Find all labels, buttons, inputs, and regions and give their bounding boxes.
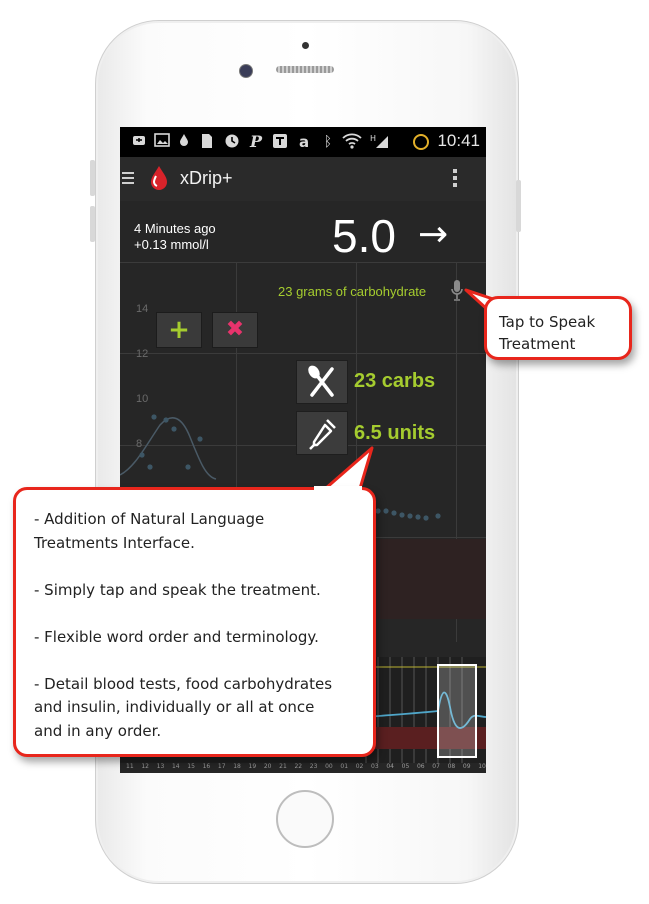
blood-drop-logo-icon <box>148 165 170 191</box>
time-ago-text: 4 Minutes ago <box>134 221 216 236</box>
add-treatment-button[interactable]: + <box>156 312 202 348</box>
cutlery-icon[interactable] <box>296 360 348 404</box>
features-text: - Detail blood tests, food carbohydrates <box>34 674 333 693</box>
carbs-treatment-label: 23 carbs <box>354 370 436 392</box>
time-tick: 07 <box>432 763 440 770</box>
cancel-treatment-button[interactable]: ✖ <box>212 312 258 348</box>
time-tick: 00 <box>325 763 333 770</box>
y-tick-label: 10 <box>136 393 149 405</box>
proximity-sensor <box>302 42 309 49</box>
time-tick: 13 <box>156 763 165 770</box>
time-tick: 10 <box>478 763 486 770</box>
amazon-icon: a <box>298 133 310 151</box>
power-button <box>516 180 521 232</box>
speak-callout-line: Treatment <box>499 335 576 353</box>
time-tick: 15 <box>187 763 195 770</box>
time-tick: 02 <box>355 763 364 770</box>
volume-up-button <box>90 160 95 196</box>
time-tick: 11 <box>126 763 134 770</box>
time-tick: 09 <box>462 763 471 770</box>
time-tick: 21 <box>279 763 287 770</box>
bluetooth-icon: ᛒ <box>323 134 333 150</box>
svg-text:H: H <box>370 134 376 143</box>
features-text: - Flexible word order and terminology. <box>34 627 319 646</box>
y-tick-label: 14 <box>136 303 149 315</box>
y-tick-label: 12 <box>136 348 149 360</box>
app-title: xDrip+ <box>180 168 233 188</box>
features-text: - Simply tap and speak the treatment. <box>34 580 321 599</box>
time-tick: 20 <box>263 763 272 770</box>
features-text: and insulin, individually or all at once <box>34 698 315 716</box>
glucose-value: 5.0 <box>332 210 396 262</box>
signal-icon: H <box>370 133 390 151</box>
features-text: Treatments Interface. <box>34 533 195 552</box>
chart-gridline <box>120 262 486 263</box>
wifi-icon <box>342 133 362 151</box>
earpiece-speaker <box>276 66 334 73</box>
time-tick: 19 <box>248 763 257 770</box>
clock-time: 10:41 <box>437 131 480 150</box>
time-tick: 17 <box>217 763 226 770</box>
clock-icon <box>224 133 240 151</box>
time-tick: 22 <box>294 763 303 770</box>
time-tick: 08 <box>447 763 456 770</box>
image-icon <box>154 133 170 151</box>
speak-callout-line: Tap to Speak <box>499 313 596 331</box>
time-tick: 16 <box>202 763 211 770</box>
chart-gridline <box>120 353 486 354</box>
status-bar: P a ᛒ H 10:41 <box>120 127 486 157</box>
volume-down-button <box>90 206 95 242</box>
time-tick: 18 <box>233 763 241 770</box>
time-tick: 03 <box>371 763 379 770</box>
features-text: and in any order. <box>34 721 162 740</box>
time-tick: 14 <box>171 763 180 770</box>
features-callout: - Addition of Natural Language Treatment… <box>13 487 376 757</box>
time-tick: 12 <box>141 763 149 770</box>
time-tick: 04 <box>386 763 394 770</box>
menu-icon[interactable] <box>122 170 134 186</box>
time-tick: 01 <box>340 763 349 770</box>
pinterest-icon: P <box>249 132 263 151</box>
speak-callout: Tap to Speak Treatment <box>484 296 632 360</box>
time-tick: 23 <box>309 763 318 770</box>
delta-text: +0.13 mmol/l <box>134 237 209 252</box>
notification-icon <box>132 133 146 151</box>
trend-arrow-icon: → <box>418 214 449 255</box>
voice-recognition-text: 23 grams of carbohydrate <box>278 284 427 299</box>
drop-icon <box>178 133 190 151</box>
front-camera <box>239 64 253 78</box>
document-icon <box>200 133 214 151</box>
app-bar: xDrip+ <box>120 157 486 201</box>
text-icon <box>272 133 288 151</box>
overflow-menu-icon[interactable] <box>451 168 459 190</box>
features-text: - Addition of Natural Language <box>34 510 265 528</box>
preview-time-axis: 11 12 13 14 15 16 17 18 19 20 21 22 23 0… <box>126 763 486 773</box>
home-button[interactable] <box>276 790 334 848</box>
battery-icon <box>412 133 430 151</box>
time-tick: 05 <box>401 763 410 770</box>
time-tick: 06 <box>416 763 425 770</box>
callout-seam-cover <box>314 486 362 491</box>
